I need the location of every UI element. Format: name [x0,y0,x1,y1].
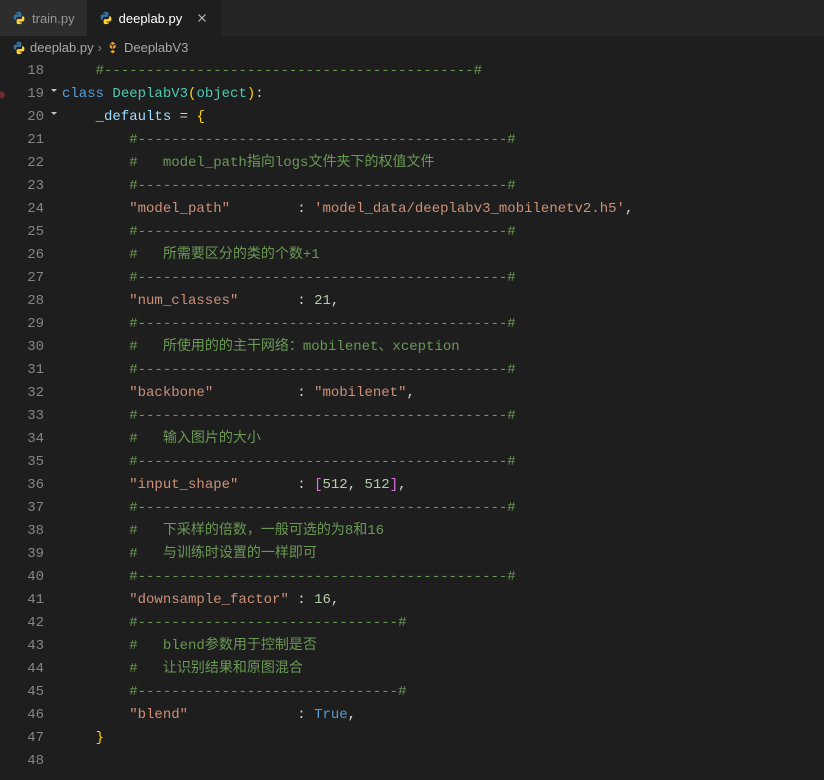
code-line[interactable]: "blend" : True, [62,704,824,727]
code-line[interactable]: #---------------------------------------… [62,221,824,244]
code-line[interactable]: #---------------------------------------… [62,405,824,428]
breakpoint-icon[interactable] [0,91,5,98]
line-number: 28 [0,290,44,313]
line-number: 42 [0,612,44,635]
code-line[interactable]: "downsample_factor" : 16, [62,589,824,612]
line-number: 46 [0,704,44,727]
code-line[interactable]: } [62,727,824,750]
breadcrumb-file[interactable]: deeplab.py [30,40,94,55]
line-number: 47 [0,727,44,750]
code-line[interactable]: #---------------------------------------… [62,566,824,589]
code-line[interactable]: _defaults = { [62,106,824,129]
line-number: 24 [0,198,44,221]
code-line[interactable]: #---------------------------------------… [62,359,824,382]
line-number: 30 [0,336,44,359]
code-line[interactable]: # 所需要区分的类的个数+1 [62,244,824,267]
fold-icon[interactable] [48,83,60,106]
chevron-right-icon: › [98,40,102,55]
close-icon[interactable] [194,10,210,26]
code-line[interactable]: # blend参数用于控制是否 [62,635,824,658]
code-line[interactable]: #---------------------------------------… [62,497,824,520]
code-content[interactable]: #---------------------------------------… [62,60,824,780]
code-line[interactable]: "model_path" : 'model_data/deeplabv3_mob… [62,198,824,221]
breadcrumb-symbol[interactable]: DeeplabV3 [124,40,188,55]
line-number: 34 [0,428,44,451]
code-line[interactable]: "num_classes" : 21, [62,290,824,313]
line-number: 45 [0,681,44,704]
code-line[interactable]: class DeeplabV3(object): [62,83,824,106]
line-number: 21 [0,129,44,152]
python-file-icon [12,11,26,25]
editor-tabs: train.py deeplab.py [0,0,824,36]
python-file-icon [12,41,26,55]
breadcrumb: deeplab.py › DeeplabV3 [0,36,824,60]
code-line[interactable]: #---------------------------------------… [62,451,824,474]
line-number: 26 [0,244,44,267]
python-file-icon [99,11,113,25]
line-number: 39 [0,543,44,566]
tab-deeplab[interactable]: deeplab.py [87,0,223,36]
line-number: 44 [0,658,44,681]
line-number: 18 [0,60,44,83]
class-symbol-icon [106,41,120,55]
tab-train[interactable]: train.py [0,0,87,36]
code-line[interactable]: # model_path指向logs文件夹下的权值文件 [62,152,824,175]
code-editor[interactable]: 1819202122232425262728293031323334353637… [0,60,824,780]
code-line[interactable]: #---------------------------------------… [62,60,824,83]
code-line[interactable]: # 所使用的的主干网络：mobilenet、xception [62,336,824,359]
line-number: 19 [0,83,44,106]
code-line[interactable]: #---------------------------------------… [62,129,824,152]
line-number: 22 [0,152,44,175]
line-number: 32 [0,382,44,405]
line-number: 48 [0,750,44,773]
line-number: 27 [0,267,44,290]
line-number: 25 [0,221,44,244]
tab-label: deeplab.py [119,11,183,26]
code-line[interactable]: "input_shape" : [512, 512], [62,474,824,497]
code-line[interactable]: # 让识别结果和原图混合 [62,658,824,681]
line-number: 43 [0,635,44,658]
tab-label: train.py [32,11,75,26]
line-number: 36 [0,474,44,497]
code-line[interactable] [62,750,824,773]
code-line[interactable]: #---------------------------------------… [62,267,824,290]
code-line[interactable]: "backbone" : "mobilenet", [62,382,824,405]
code-line[interactable]: # 与训练时设置的一样即可 [62,543,824,566]
line-number: 41 [0,589,44,612]
line-number: 23 [0,175,44,198]
line-number: 29 [0,313,44,336]
line-number: 31 [0,359,44,382]
fold-icon[interactable] [48,106,60,129]
line-number-gutter: 1819202122232425262728293031323334353637… [0,60,62,780]
code-line[interactable]: #-------------------------------# [62,681,824,704]
line-number: 37 [0,497,44,520]
code-line[interactable]: # 输入图片的大小 [62,428,824,451]
code-line[interactable]: #---------------------------------------… [62,313,824,336]
code-line[interactable]: # 下采样的倍数，一般可选的为8和16 [62,520,824,543]
line-number: 35 [0,451,44,474]
code-line[interactable]: #-------------------------------# [62,612,824,635]
line-number: 20 [0,106,44,129]
line-number: 38 [0,520,44,543]
line-number: 33 [0,405,44,428]
line-number: 40 [0,566,44,589]
code-line[interactable]: #---------------------------------------… [62,175,824,198]
